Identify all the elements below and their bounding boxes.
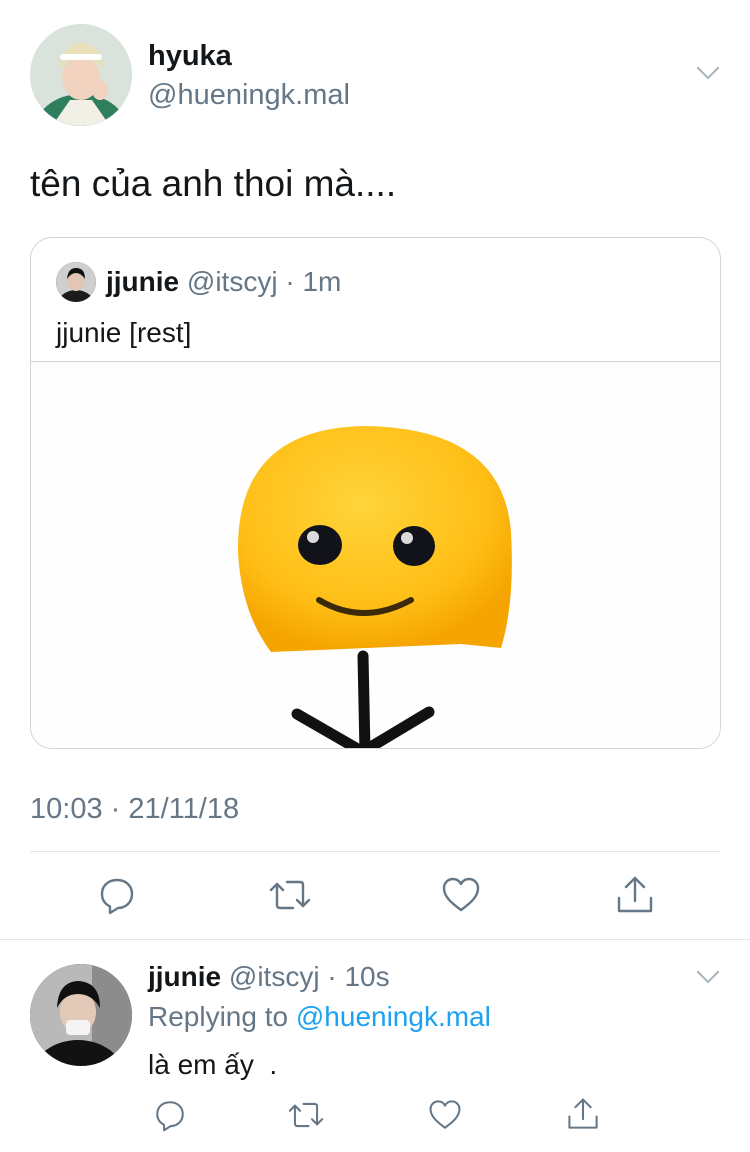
- quoted-tweet-text: jjunie [rest]: [56, 317, 192, 348]
- quoted-author-display-name: jjunie: [106, 266, 180, 297]
- tweet-timestamp: 10:03 · 21/11/18: [30, 793, 240, 825]
- author-display-name[interactable]: hyuka: [148, 40, 232, 73]
- reply-author-display-name[interactable]: jjunie: [148, 961, 221, 992]
- replying-to-link[interactable]: @hueningk.mal: [296, 1001, 491, 1032]
- reply-author-avatar[interactable]: [30, 964, 132, 1066]
- share-icon[interactable]: [613, 872, 657, 918]
- replying-to-label: Replying to: [148, 1001, 289, 1032]
- divider: [0, 939, 750, 940]
- reply-tweet-text: là em ấy .: [148, 1049, 278, 1080]
- reply-author-handle[interactable]: @itscyj: [229, 961, 320, 992]
- reply-tweet-age: · 10s: [327, 961, 390, 992]
- reply-icon[interactable]: [95, 873, 139, 917]
- chevron-down-icon[interactable]: [694, 966, 722, 988]
- quoted-tweet-age: · 1m: [285, 266, 342, 297]
- quoted-tweet-card[interactable]: jjunie @itscyj · 1m jjunie [rest]: [30, 237, 721, 749]
- chevron-down-icon[interactable]: [694, 62, 722, 84]
- divider: [30, 851, 720, 852]
- quoted-tweet-image[interactable]: [31, 362, 720, 748]
- author-handle[interactable]: @hueningk.mal: [148, 79, 350, 112]
- quoted-author-avatar: [56, 262, 96, 302]
- retweet-icon[interactable]: [286, 1096, 326, 1134]
- heart-icon[interactable]: [438, 873, 484, 917]
- heart-icon[interactable]: [425, 1096, 465, 1134]
- share-icon[interactable]: [564, 1094, 602, 1134]
- reply-icon[interactable]: [152, 1096, 188, 1134]
- quoted-author-handle: @itscyj: [186, 266, 278, 297]
- author-avatar[interactable]: [30, 24, 132, 126]
- retweet-icon[interactable]: [267, 873, 313, 917]
- tweet-text: tên của anh thoi mà....: [30, 163, 397, 204]
